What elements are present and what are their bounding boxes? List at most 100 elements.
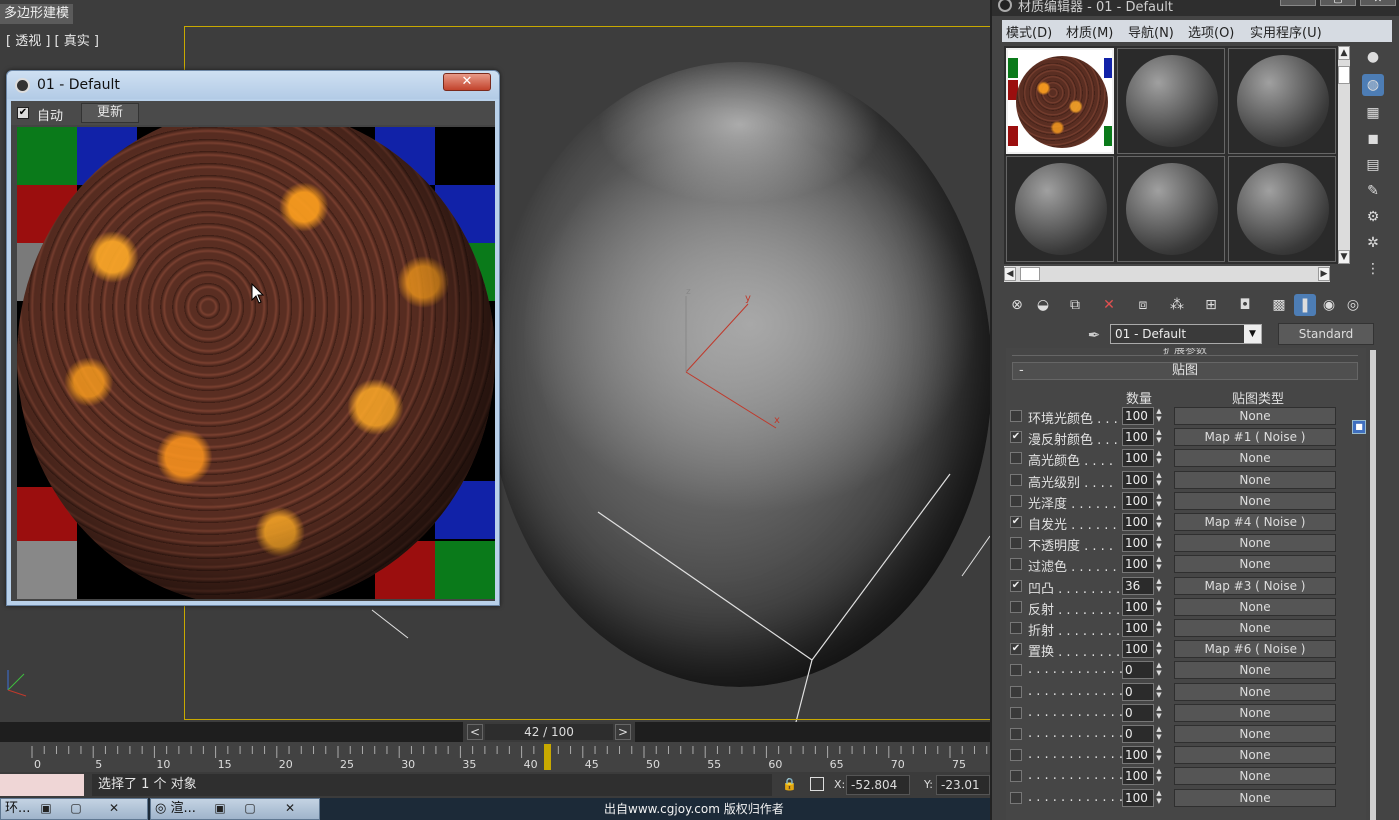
show-map-in-viewport-icon[interactable]: ▩ — [1268, 294, 1290, 316]
scroll-thumb[interactable] — [1020, 267, 1040, 281]
frame-counter[interactable]: 42 / 100 — [485, 724, 613, 740]
spinner-icon[interactable]: ▲ ▼ — [1154, 449, 1164, 467]
maxscript-listener-mini[interactable] — [0, 774, 84, 796]
maximize-icon[interactable]: ▢ — [241, 801, 259, 817]
spinner-icon[interactable]: ▲ ▼ — [1154, 683, 1164, 701]
map-amount-field[interactable]: 100 — [1122, 449, 1154, 468]
spinner-icon[interactable]: ▲ ▼ — [1154, 534, 1164, 552]
make-unique-icon[interactable]: ⁂ — [1166, 294, 1188, 316]
spinner-icon[interactable]: ▲ ▼ — [1154, 661, 1164, 679]
spinner-icon[interactable]: ▲ ▼ — [1154, 598, 1164, 616]
sample-slot-2[interactable] — [1117, 48, 1225, 154]
map-enable-checkbox[interactable]: ✔ — [1010, 431, 1022, 444]
time-slider[interactable]: < 42 / 100 > — [463, 722, 635, 742]
chevron-down-icon[interactable]: ▼ — [1244, 325, 1261, 343]
map-slot-button[interactable]: Map #4 ( Noise ) — [1174, 513, 1336, 531]
spinner-icon[interactable]: ▲ ▼ — [1154, 725, 1164, 743]
map-slot-button[interactable]: None — [1174, 767, 1336, 786]
map-amount-field[interactable]: 100 — [1122, 767, 1154, 786]
make-preview-icon[interactable]: ✎ — [1362, 180, 1384, 202]
scroll-thumb[interactable] — [1338, 66, 1350, 84]
map-slot-button[interactable]: None — [1174, 555, 1336, 574]
map-amount-field[interactable]: 100 — [1122, 470, 1154, 489]
map-slot-button[interactable]: None — [1174, 407, 1336, 425]
map-amount-field[interactable]: 0 — [1122, 725, 1154, 743]
map-amount-field[interactable]: 100 — [1122, 746, 1154, 765]
backlight-icon[interactable]: ◍ — [1362, 74, 1384, 96]
map-amount-field[interactable]: 100 — [1122, 597, 1154, 616]
map-slot-button[interactable]: None — [1174, 725, 1336, 743]
map-slot-button[interactable]: None — [1174, 597, 1336, 616]
material-editor-window[interactable]: 材质编辑器 - 01 - Default – ▢ ✕ 模式(D) 材质(M) 导… — [990, 0, 1399, 820]
map-enable-checkbox[interactable]: ✔ — [1010, 579, 1022, 592]
map-enable-checkbox[interactable] — [1010, 770, 1022, 783]
absolute-mode-icon[interactable] — [810, 777, 824, 791]
close-icon[interactable]: ✕ — [105, 801, 123, 817]
map-slot-button[interactable]: None — [1174, 788, 1336, 807]
slots-vertical-scrollbar[interactable]: ▲ ▼ — [1338, 46, 1350, 264]
assign-to-selection-icon[interactable]: ⧉ — [1064, 294, 1086, 316]
current-frame-marker[interactable] — [544, 744, 551, 770]
map-slot-button[interactable]: None — [1174, 661, 1336, 680]
reset-map-icon[interactable]: ✕ — [1098, 294, 1120, 316]
map-enable-checkbox[interactable] — [1010, 473, 1022, 486]
map-slot-button[interactable]: Map #1 ( Noise ) — [1174, 428, 1336, 447]
map-amount-field[interactable]: 100 — [1122, 407, 1154, 425]
scroll-left-icon[interactable]: ◀ — [1004, 267, 1016, 281]
map-slot-button[interactable]: Map #6 ( Noise ) — [1174, 640, 1336, 659]
spinner-icon[interactable]: ▲ ▼ — [1154, 513, 1164, 531]
eyedropper-icon[interactable]: ✒ — [1084, 326, 1104, 346]
map-amount-field[interactable]: 100 — [1122, 788, 1154, 807]
map-enable-checkbox[interactable]: ✔ — [1010, 516, 1022, 528]
map-enable-checkbox[interactable] — [1010, 749, 1022, 762]
material-type-button[interactable]: Standard — [1278, 323, 1374, 345]
maximize-button[interactable]: ▢ — [1320, 0, 1356, 6]
spinner-icon[interactable]: ▲ ▼ — [1154, 492, 1164, 510]
spinner-icon[interactable]: ▲ ▼ — [1154, 789, 1164, 807]
map-enable-checkbox[interactable] — [1010, 452, 1022, 465]
close-button[interactable]: ✕ — [443, 73, 491, 91]
menu-navigation[interactable]: 导航(N) — [1128, 22, 1174, 41]
map-amount-field[interactable]: 100 — [1122, 640, 1154, 659]
map-amount-field[interactable]: 100 — [1122, 534, 1154, 553]
map-enable-checkbox[interactable] — [1010, 728, 1022, 740]
map-slot-button[interactable]: None — [1174, 682, 1336, 701]
map-slot-button[interactable]: None — [1174, 534, 1336, 553]
spinner-icon[interactable]: ▲ ▼ — [1154, 619, 1164, 637]
viewport-label[interactable]: [ 透视 ] [ 真实 ] — [6, 30, 99, 49]
map-enable-checkbox[interactable] — [1010, 791, 1022, 804]
sample-uv-tiling-icon[interactable]: ◼ — [1362, 128, 1384, 150]
put-to-library-icon[interactable]: ⊞ — [1200, 294, 1222, 316]
map-enable-checkbox[interactable] — [1010, 537, 1022, 550]
sample-slot-3[interactable] — [1228, 48, 1336, 154]
sample-type-icon[interactable]: ● — [1362, 46, 1384, 68]
map-amount-field[interactable]: 0 — [1122, 682, 1154, 701]
video-color-check-icon[interactable]: ▤ — [1362, 154, 1384, 176]
map-amount-field[interactable]: 0 — [1122, 703, 1154, 722]
spinner-icon[interactable]: ▲ ▼ — [1154, 767, 1164, 785]
spinner-icon[interactable]: ▲ ▼ — [1154, 471, 1164, 489]
spinner-icon[interactable]: ▲ ▼ — [1154, 407, 1164, 425]
scroll-up-icon[interactable]: ▲ — [1338, 46, 1350, 60]
select-by-material-icon[interactable]: ✲ — [1362, 232, 1384, 254]
map-slot-button[interactable]: None — [1174, 470, 1336, 489]
map-enable-checkbox[interactable] — [1010, 685, 1022, 698]
scroll-down-icon[interactable]: ▼ — [1338, 250, 1350, 264]
go-to-parent-icon[interactable]: ◉ — [1318, 294, 1340, 316]
spinner-icon[interactable]: ▲ ▼ — [1154, 428, 1164, 446]
map-amount-field[interactable]: 0 — [1122, 661, 1154, 680]
map-enable-checkbox[interactable] — [1010, 410, 1022, 422]
material-name-field[interactable]: 01 - Default — [1110, 324, 1262, 344]
put-to-scene-icon[interactable]: ◒ — [1032, 294, 1054, 316]
sample-slot-1[interactable] — [1006, 48, 1114, 154]
material-map-navigator-icon[interactable]: ⋮ — [1362, 258, 1384, 280]
restore-icon[interactable]: ▣ — [37, 801, 55, 817]
map-amount-field[interactable]: 100 — [1122, 491, 1154, 510]
sample-slot-6[interactable] — [1228, 156, 1336, 262]
map-slot-button[interactable]: Map #3 ( Noise ) — [1174, 576, 1336, 595]
close-button[interactable]: ✕ — [1360, 0, 1396, 6]
map-enable-checkbox[interactable] — [1010, 706, 1022, 719]
lock-icon[interactable]: ■ — [1352, 420, 1366, 434]
prev-frame-button[interactable]: < — [467, 724, 483, 740]
map-slot-button[interactable]: None — [1174, 746, 1336, 765]
